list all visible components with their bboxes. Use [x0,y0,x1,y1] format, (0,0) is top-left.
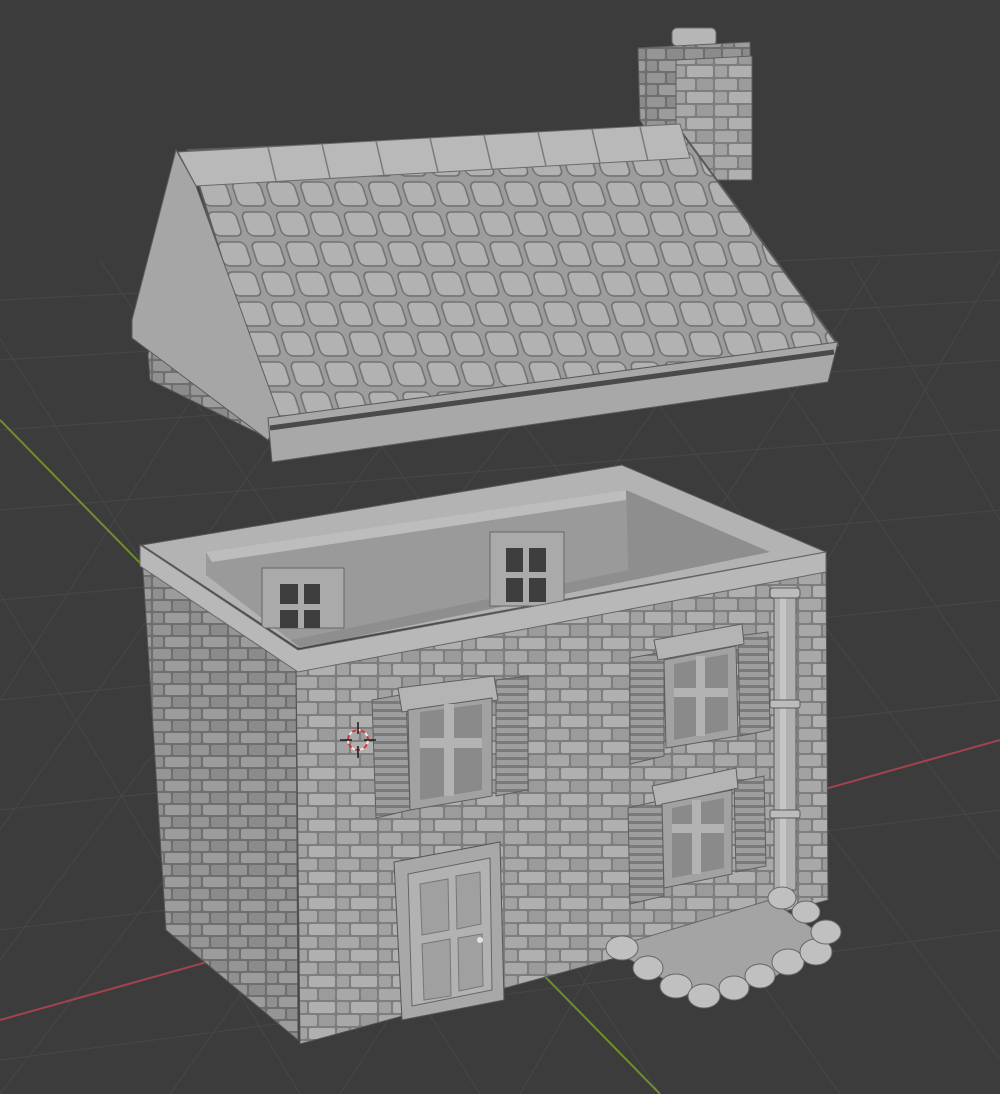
interior-window-left [261,567,345,629]
interior-window-right [489,531,565,607]
roof-object[interactable] [131,27,840,463]
3d-viewport[interactable] [0,0,1000,1094]
house-body-object[interactable] [139,464,842,1045]
viewport-canvas[interactable] [0,0,1000,1094]
drainpipe [769,587,801,891]
front-door [393,841,505,1021]
